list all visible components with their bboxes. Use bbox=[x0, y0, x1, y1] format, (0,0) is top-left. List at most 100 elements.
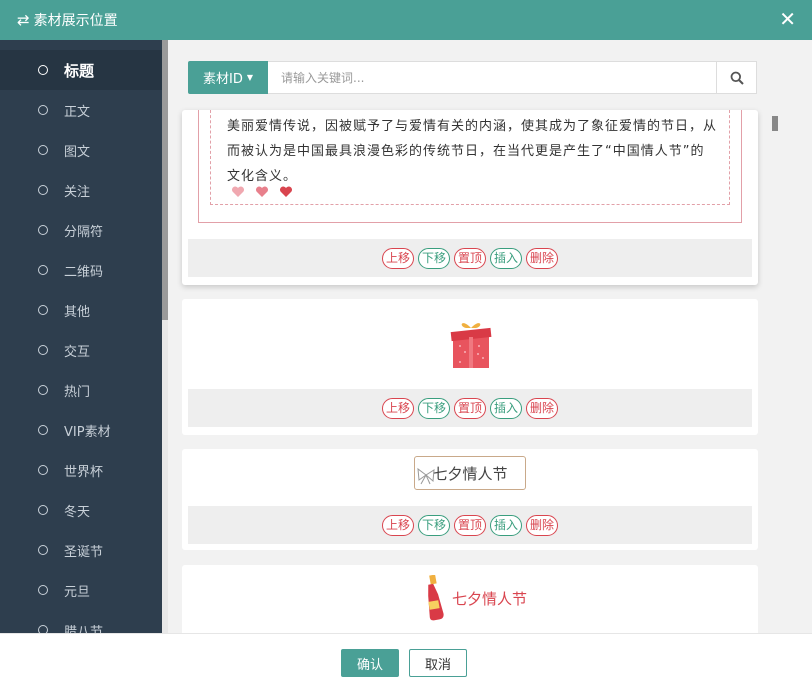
circle-icon bbox=[38, 585, 48, 595]
material-card[interactable]: 美丽爱情传说，因被赋予了与爱情有关的内涵，使其成为了象征爱情的节日，从而被认为是… bbox=[182, 110, 758, 285]
pin-top-button[interactable]: 置顶 bbox=[453, 397, 486, 419]
dialog-footer: 确认 取消 bbox=[0, 633, 812, 689]
circle-icon bbox=[38, 625, 48, 633]
search-input[interactable] bbox=[268, 61, 717, 94]
circle-icon bbox=[38, 145, 48, 155]
sidebar-item-interaction[interactable]: 交互 bbox=[0, 330, 162, 370]
dialog-title: 素材展示位置 bbox=[33, 13, 118, 29]
card-action-bar: 上移 下移 置顶 插入 删除 bbox=[188, 389, 752, 427]
sidebar: 标题 正文 图文 关注 分隔符 二维码 其他 交互 热门 VIP素材 世界杯 冬… bbox=[0, 40, 162, 633]
sidebar-item-label: 关注 bbox=[64, 184, 91, 200]
move-up-button[interactable]: 上移 bbox=[381, 397, 414, 419]
sidebar-item-vip[interactable]: VIP素材 bbox=[0, 410, 162, 450]
heart-icon bbox=[231, 186, 245, 197]
insert-button[interactable]: 插入 bbox=[490, 514, 523, 536]
caret-down-icon: ▼ bbox=[246, 73, 253, 82]
sidebar-item-label: 分隔符 bbox=[64, 224, 104, 240]
sidebar-item-world-cup[interactable]: 世界杯 bbox=[0, 450, 162, 490]
confirm-button[interactable]: 确认 bbox=[341, 649, 399, 677]
sidebar-item-label: 热门 bbox=[64, 384, 91, 400]
circle-icon bbox=[38, 425, 48, 435]
search-icon bbox=[730, 71, 744, 85]
heart-icon bbox=[279, 186, 293, 197]
move-down-button[interactable]: 下移 bbox=[417, 514, 450, 536]
circle-icon bbox=[38, 225, 48, 235]
search-button[interactable] bbox=[717, 61, 757, 94]
sidebar-item-label: 交互 bbox=[64, 344, 91, 360]
content-scrollbar[interactable] bbox=[772, 116, 778, 633]
dropdown-label: 素材ID bbox=[202, 72, 243, 87]
heart-icon bbox=[255, 186, 269, 197]
delete-button[interactable]: 删除 bbox=[526, 247, 559, 269]
sidebar-item-label: 圣诞节 bbox=[64, 544, 104, 560]
circle-icon bbox=[38, 305, 48, 315]
sidebar-item-label: 其他 bbox=[64, 304, 91, 320]
material-panel: 素材ID ▼ 美丽爱情传说，因被赋予了与爱情有关的内涵，使其成为了象征爱情的节日… bbox=[168, 40, 812, 633]
swap-arrows-icon: ⇄ bbox=[17, 11, 30, 29]
material-card[interactable]: 上移 下移 置顶 插入 删除 bbox=[182, 299, 758, 435]
gift-box-icon bbox=[450, 323, 492, 368]
sidebar-item-qrcode[interactable]: 二维码 bbox=[0, 250, 162, 290]
sidebar-item-follow[interactable]: 关注 bbox=[0, 170, 162, 210]
move-down-button[interactable]: 下移 bbox=[417, 247, 450, 269]
hearts-decoration bbox=[231, 186, 293, 198]
bow-icon bbox=[417, 467, 435, 485]
search-bar: 素材ID ▼ bbox=[188, 61, 757, 94]
love-story-text: 美丽爱情传说，因被赋予了与爱情有关的内涵，使其成为了象征爱情的节日，从而被认为是… bbox=[227, 119, 718, 184]
material-card[interactable]: 七夕情人节 上移 下移 置顶 插入 删除 bbox=[182, 449, 758, 550]
move-up-button[interactable]: 上移 bbox=[381, 247, 414, 269]
circle-icon bbox=[38, 345, 48, 355]
sidebar-item-laba[interactable]: 腊八节 bbox=[0, 610, 162, 633]
sidebar-item-label: 腊八节 bbox=[64, 624, 104, 634]
sidebar-item-label: 冬天 bbox=[64, 504, 91, 520]
circle-icon bbox=[38, 65, 48, 75]
card-action-bar: 上移 下移 置顶 插入 删除 bbox=[188, 506, 752, 544]
dialog-titlebar: ⇄ 素材展示位置 ✕ bbox=[0, 0, 812, 40]
cancel-button[interactable]: 取消 bbox=[409, 649, 467, 677]
sidebar-item-winter[interactable]: 冬天 bbox=[0, 490, 162, 530]
qixi-bottle-title: 七夕情人节 bbox=[424, 575, 527, 621]
circle-icon bbox=[38, 505, 48, 515]
love-story-inner-frame: 美丽爱情传说，因被赋予了与爱情有关的内涵，使其成为了象征爱情的节日，从而被认为是… bbox=[210, 110, 730, 205]
bottle-title-text: 七夕情人节 bbox=[452, 589, 528, 608]
material-card[interactable]: 七夕情人节 bbox=[182, 565, 758, 633]
circle-icon bbox=[38, 105, 48, 115]
sidebar-item-title[interactable]: 标题 bbox=[0, 50, 162, 90]
delete-button[interactable]: 删除 bbox=[526, 514, 559, 536]
insert-button[interactable]: 插入 bbox=[490, 397, 523, 419]
move-up-button[interactable]: 上移 bbox=[381, 514, 414, 536]
sidebar-item-label: VIP素材 bbox=[64, 424, 111, 440]
sidebar-item-label: 世界杯 bbox=[64, 464, 104, 480]
pin-top-button[interactable]: 置顶 bbox=[453, 514, 486, 536]
circle-icon bbox=[38, 385, 48, 395]
sidebar-item-christmas[interactable]: 圣诞节 bbox=[0, 530, 162, 570]
delete-button[interactable]: 删除 bbox=[526, 397, 559, 419]
circle-icon bbox=[38, 465, 48, 475]
badge-text: 七夕情人节 bbox=[432, 464, 508, 483]
sidebar-item-label: 标题 bbox=[64, 61, 95, 80]
sidebar-item-divider[interactable]: 分隔符 bbox=[0, 210, 162, 250]
sidebar-item-other[interactable]: 其他 bbox=[0, 290, 162, 330]
love-story-frame: 美丽爱情传说，因被赋予了与爱情有关的内涵，使其成为了象征爱情的节日，从而被认为是… bbox=[198, 110, 742, 223]
close-icon[interactable]: ✕ bbox=[779, 9, 796, 29]
qixi-title-badge: 七夕情人节 bbox=[414, 456, 526, 490]
search-type-dropdown[interactable]: 素材ID ▼ bbox=[188, 61, 268, 94]
circle-icon bbox=[38, 265, 48, 275]
sidebar-item-new-year[interactable]: 元旦 bbox=[0, 570, 162, 610]
sidebar-item-label: 图文 bbox=[64, 144, 91, 160]
sidebar-item-body[interactable]: 正文 bbox=[0, 90, 162, 130]
pin-top-button[interactable]: 置顶 bbox=[453, 247, 486, 269]
sidebar-item-label: 正文 bbox=[64, 104, 91, 120]
circle-icon bbox=[38, 185, 48, 195]
wine-bottle-icon bbox=[428, 575, 444, 621]
circle-icon bbox=[38, 545, 48, 555]
sidebar-item-label: 元旦 bbox=[64, 584, 91, 600]
insert-button[interactable]: 插入 bbox=[490, 247, 523, 269]
move-down-button[interactable]: 下移 bbox=[417, 397, 450, 419]
sidebar-item-popular[interactable]: 热门 bbox=[0, 370, 162, 410]
dialog: ⇄ 素材展示位置 ✕ 标题 正文 图文 关注 分隔符 二维码 其他 交互 热门 … bbox=[0, 0, 812, 689]
card-action-bar: 上移 下移 置顶 插入 删除 bbox=[188, 239, 752, 277]
sidebar-item-label: 二维码 bbox=[64, 264, 104, 280]
sidebar-item-image-text[interactable]: 图文 bbox=[0, 130, 162, 170]
content-scrollbar-thumb[interactable] bbox=[772, 116, 778, 131]
